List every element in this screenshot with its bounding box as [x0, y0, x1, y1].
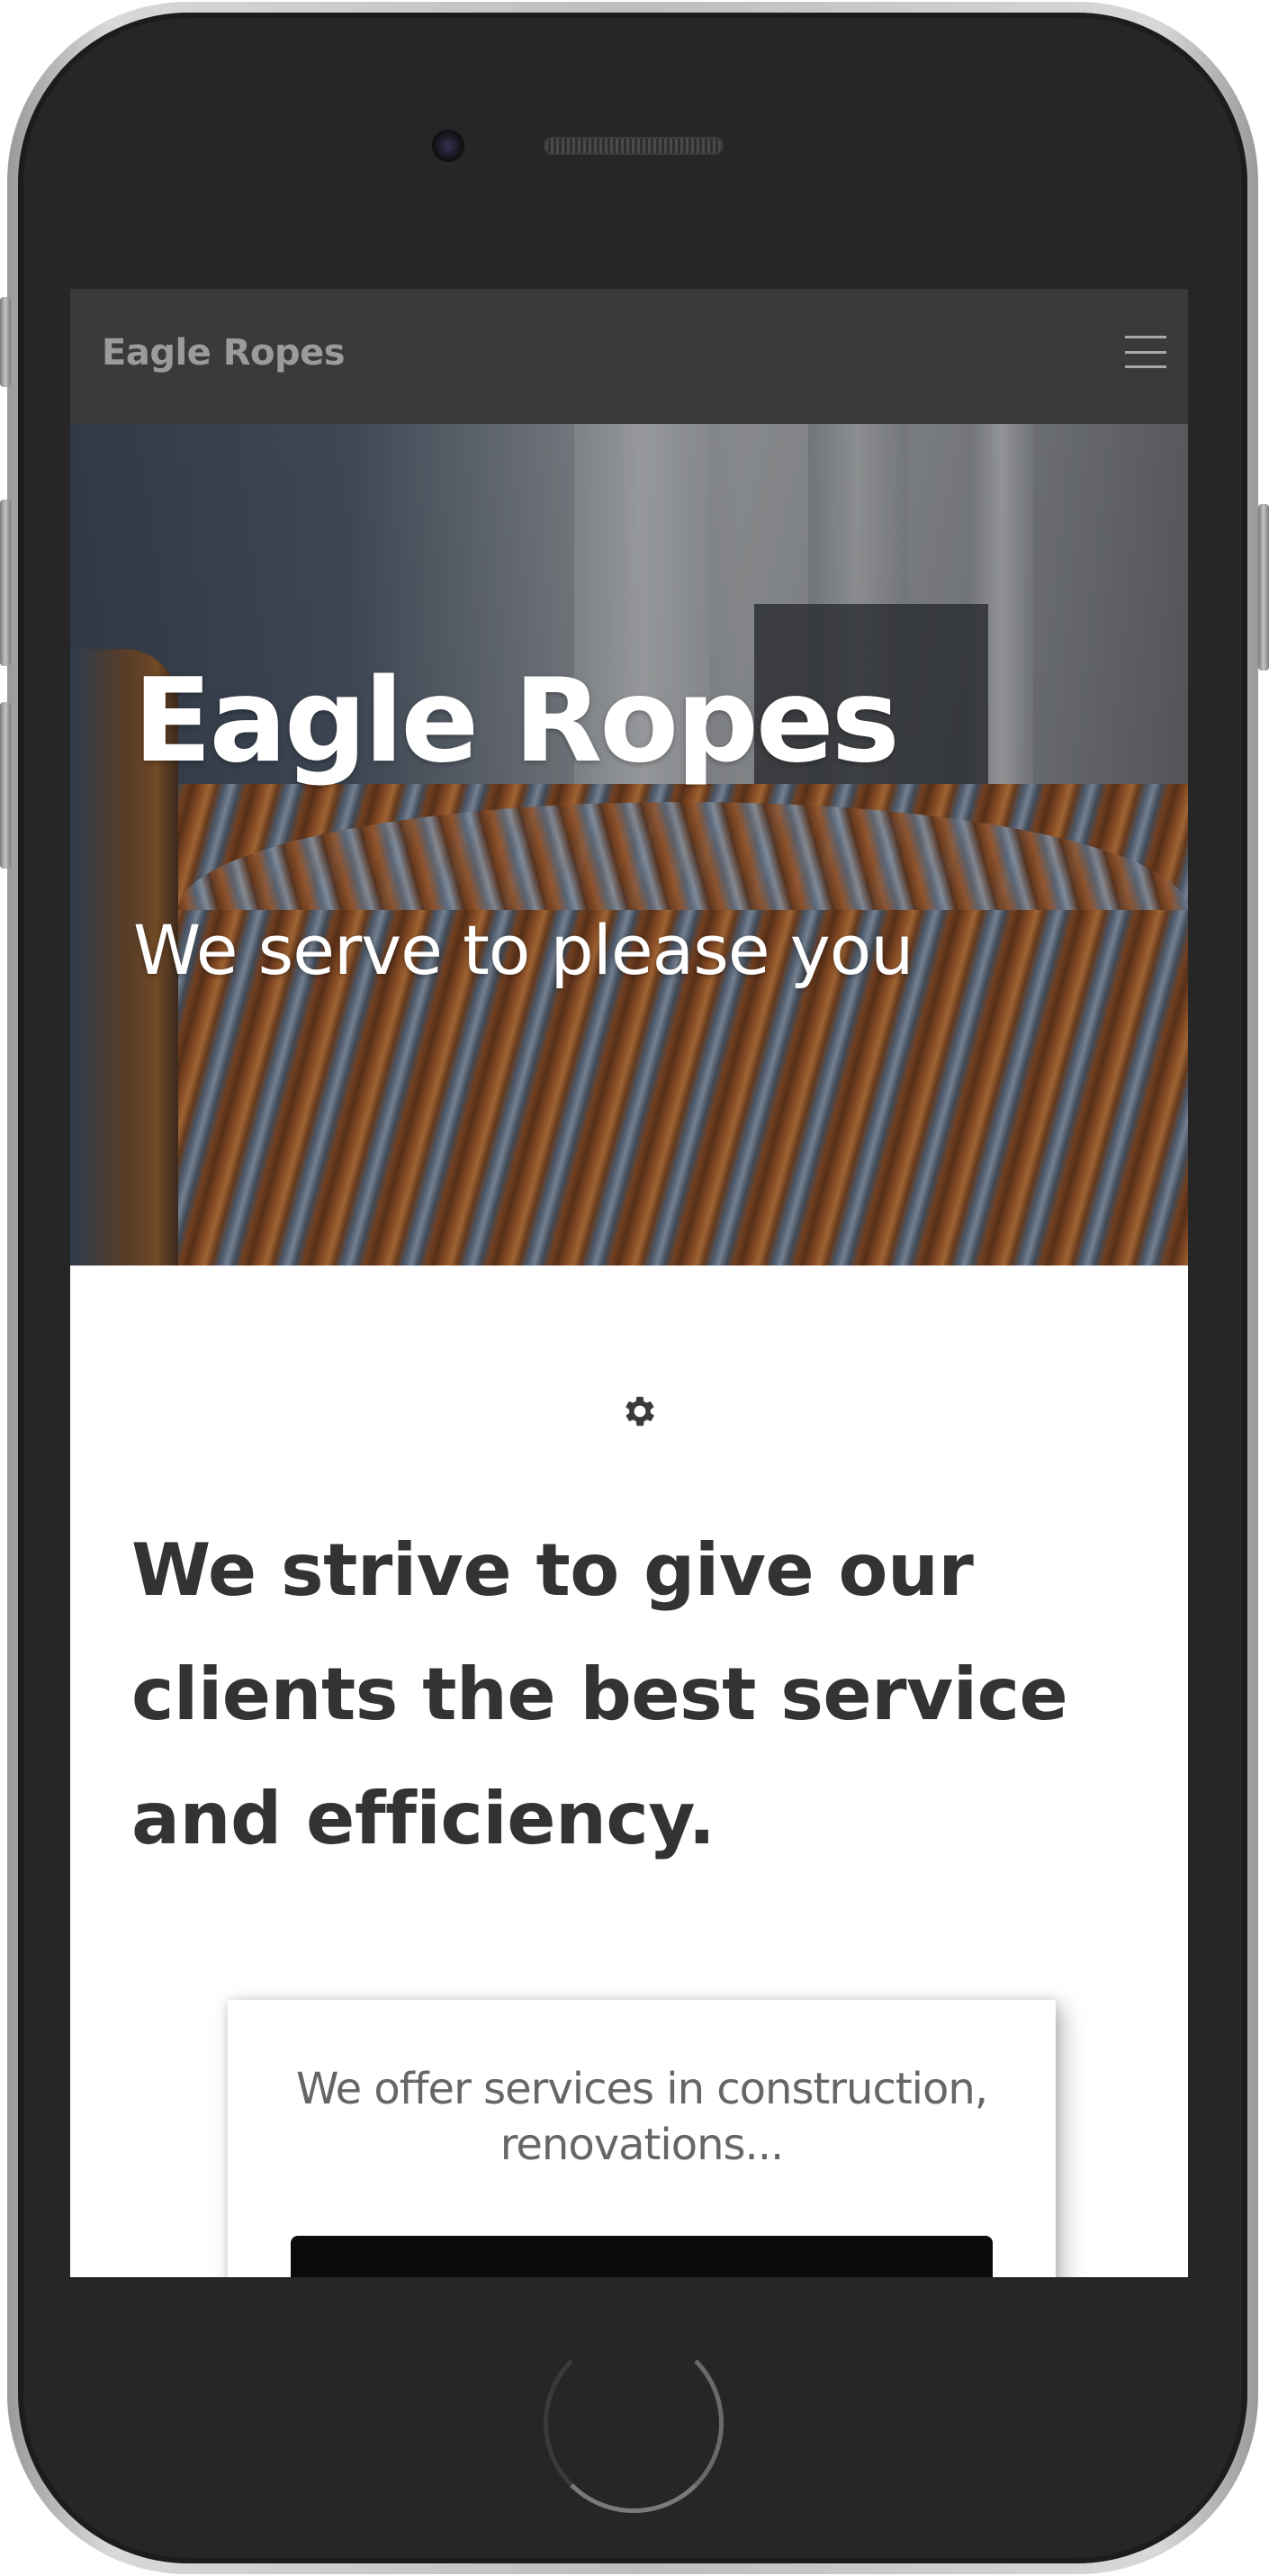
front-camera [432, 130, 464, 162]
navbar: Eagle Ropes [70, 289, 1188, 424]
phone-screen: Eagle Ropes Eagle Ropes We serve to plea… [70, 289, 1188, 2277]
mute-switch [0, 297, 11, 387]
power-button [1258, 504, 1269, 671]
earpiece-speaker [544, 137, 724, 155]
navbar-brand[interactable]: Eagle Ropes [102, 332, 346, 374]
gear-icon [626, 1396, 654, 1427]
hero-overlay [70, 424, 1188, 1265]
hamburger-line [1125, 365, 1166, 368]
hamburger-line [1125, 350, 1166, 354]
intro-section: We strive to give our clients the best s… [70, 1265, 1188, 2277]
volume-up-button [0, 500, 11, 666]
volume-down-button [0, 702, 11, 869]
service-card-button[interactable] [291, 2236, 993, 2277]
hamburger-line [1125, 336, 1166, 338]
hero-section: Eagle Ropes We serve to please you [70, 424, 1188, 1265]
hero-title: Eagle Ropes [133, 654, 900, 788]
service-card-text: We offer services in construction, renov… [295, 2064, 988, 2170]
hamburger-menu-icon[interactable] [1123, 332, 1168, 372]
intro-headline: We strive to give our clients the best s… [131, 1528, 1068, 1860]
service-card: We offer services in construction, renov… [228, 2000, 1056, 2277]
hero-subtitle: We serve to please you [133, 910, 914, 990]
home-button[interactable] [544, 2333, 724, 2513]
